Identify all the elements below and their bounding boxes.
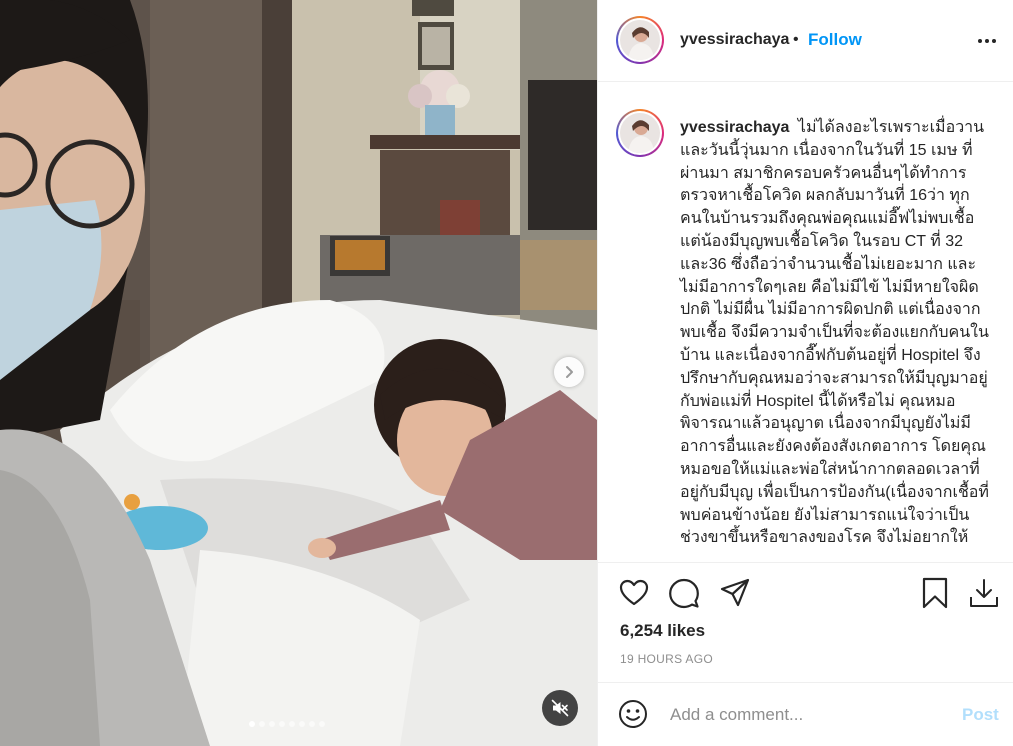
paper-plane-icon [720, 578, 750, 607]
comment-composer: Post [598, 682, 1013, 746]
emoji-picker-button[interactable] [618, 699, 648, 734]
post-actions: 6,254 likes 19 HOURS AGO [598, 562, 1013, 672]
carousel-dot [259, 721, 265, 727]
author-avatar[interactable] [616, 16, 664, 64]
video-frame [0, 0, 597, 746]
carousel-dot [309, 721, 315, 727]
more-options-button[interactable] [976, 30, 998, 57]
avatar-image [620, 113, 660, 153]
mute-toggle-button[interactable] [542, 690, 578, 726]
share-button[interactable] [719, 577, 751, 614]
post-side-panel: yvessirachaya • Follow yvessirachaya ไม่… [597, 0, 1013, 746]
smiley-icon [619, 700, 647, 728]
carousel-dot [269, 721, 275, 727]
carousel-dot [279, 721, 285, 727]
speaker-muted-icon [551, 699, 569, 717]
author-username[interactable]: yvessirachaya [680, 31, 789, 49]
likes-count[interactable]: 6,254 likes [620, 621, 705, 641]
post-header: yvessirachaya • Follow [598, 0, 1013, 82]
bookmark-icon [922, 577, 948, 609]
follow-button[interactable]: Follow [808, 30, 862, 50]
chevron-right-icon [566, 366, 573, 378]
save-button[interactable] [920, 577, 950, 614]
heart-icon [619, 579, 649, 606]
avatar-image [620, 20, 660, 60]
header-separator: • [793, 31, 799, 48]
caption-username[interactable]: yvessirachaya [680, 119, 789, 136]
more-horizontal-icon [978, 39, 996, 43]
caption-text: ไม่ได้ลงอะไรเพราะเมื่อวานและวันนี้วุ่นมา… [680, 119, 989, 547]
download-button[interactable] [968, 577, 1000, 614]
carousel-dot [289, 721, 295, 727]
caption-section: yvessirachaya ไม่ได้ลงอะไรเพราะเมื่อวานแ… [598, 83, 1013, 561]
post-caption: yvessirachaya ไม่ได้ลงอะไรเพราะเมื่อวานแ… [680, 117, 992, 550]
post-media[interactable] [0, 0, 597, 746]
comment-bubble-icon [669, 578, 699, 609]
like-button[interactable] [618, 577, 650, 614]
comment-button[interactable] [668, 577, 700, 614]
carousel-dot [319, 721, 325, 727]
caption-author-avatar[interactable] [616, 109, 664, 157]
post-timestamp[interactable]: 19 HOURS AGO [620, 652, 713, 666]
carousel-next-button[interactable] [554, 357, 584, 387]
post-comment-button[interactable]: Post [962, 705, 999, 725]
download-icon [970, 579, 998, 607]
comment-input[interactable] [670, 697, 940, 733]
carousel-indicator [249, 721, 325, 727]
carousel-dot [299, 721, 305, 727]
carousel-dot [249, 721, 255, 727]
